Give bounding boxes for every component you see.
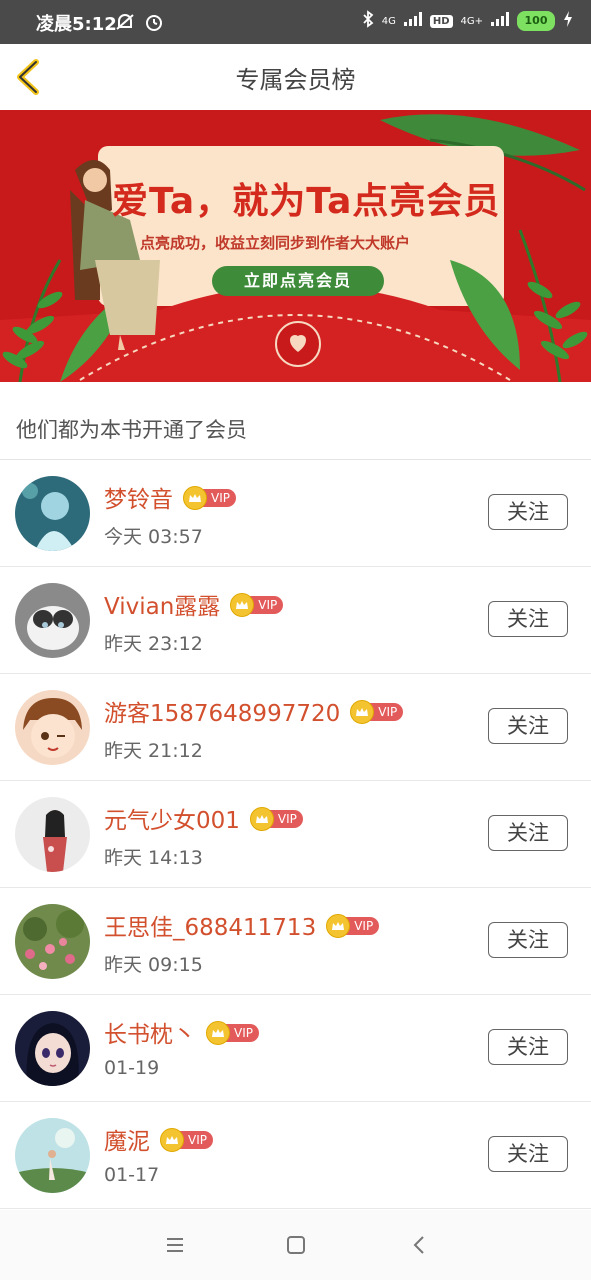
member-name-text: 梦铃音 xyxy=(104,487,173,513)
dnd-off-icon xyxy=(114,12,136,36)
list-item: Vivian露露 VIP 昨天 23:12 关注 xyxy=(0,567,591,674)
crown-icon xyxy=(160,1128,184,1152)
member-name[interactable]: 长书枕丶 VIP xyxy=(104,1015,259,1049)
back-icon[interactable] xyxy=(408,1233,432,1257)
member-name-text: 王思佳_688411713 xyxy=(104,915,317,941)
avatar[interactable] xyxy=(15,1011,90,1086)
crown-icon xyxy=(249,807,274,831)
member-time: 今天 03:57 xyxy=(104,526,203,548)
member-name-text: 元气少女001 xyxy=(104,808,240,834)
member-name[interactable]: 元气少女001 VIP xyxy=(104,801,303,835)
avatar[interactable] xyxy=(15,1118,90,1193)
list-item: 梦铃音 VIP 今天 03:57 关注 xyxy=(0,460,591,567)
vip-badge: VIP xyxy=(350,700,404,724)
list-item: 魔泥 VIP 01-17 关注 xyxy=(0,1102,591,1209)
member-time: 昨天 21:12 xyxy=(104,740,203,762)
avatar[interactable] xyxy=(15,476,90,551)
member-name[interactable]: Vivian露露 VIP xyxy=(104,587,284,621)
status-bar: 凌晨5:12 4G HD 4G+ 100 xyxy=(0,0,591,44)
follow-button[interactable]: 关注 xyxy=(488,601,568,637)
menu-icon[interactable] xyxy=(163,1233,187,1257)
member-name[interactable]: 魔泥 VIP xyxy=(104,1122,213,1156)
home-square-icon[interactable] xyxy=(284,1233,308,1257)
avatar[interactable] xyxy=(15,797,90,872)
vip-badge: VIP xyxy=(230,593,284,617)
member-time: 昨天 23:12 xyxy=(104,633,203,655)
follow-button[interactable]: 关注 xyxy=(488,494,568,530)
battery-indicator: 100 xyxy=(517,11,555,31)
bluetooth-icon xyxy=(362,10,374,32)
follow-button[interactable]: 关注 xyxy=(488,922,568,958)
follow-button[interactable]: 关注 xyxy=(488,708,568,744)
member-time: 01-17 xyxy=(104,1164,160,1186)
light-up-member-button[interactable]: 立即点亮会员 xyxy=(212,266,384,296)
member-time: 昨天 09:15 xyxy=(104,954,203,976)
avatar[interactable] xyxy=(15,690,90,765)
member-name-text: 长书枕丶 xyxy=(104,1022,196,1048)
signal-4gplus-label: 4G+ xyxy=(460,15,484,27)
app-bar: 专属会员榜 xyxy=(0,44,591,110)
member-list: 梦铃音 VIP 今天 03:57 关注 Vivian露露 VIP 昨天 23:12 … xyxy=(0,460,591,1209)
list-item: 元气少女001 VIP 昨天 14:13 关注 xyxy=(0,781,591,888)
crown-icon xyxy=(183,486,207,510)
vip-badge: VIP xyxy=(160,1128,213,1152)
signal-bars-icon xyxy=(403,12,422,30)
banner-title: 爱Ta，就为Ta点亮会员 xyxy=(112,181,501,222)
signal-4g-label: 4G xyxy=(381,15,396,27)
charging-icon xyxy=(563,11,573,31)
status-time: 凌晨5:12 xyxy=(36,14,117,35)
list-item: 王思佳_688411713 VIP 昨天 09:15 关注 xyxy=(0,888,591,995)
alarm-icon xyxy=(144,12,164,36)
member-name-text: 魔泥 xyxy=(104,1129,150,1155)
follow-button[interactable]: 关注 xyxy=(488,1029,568,1065)
member-name-text: 游客1587648997720 xyxy=(104,701,341,727)
list-item: 游客1587648997720 VIP 昨天 21:12 关注 xyxy=(0,674,591,781)
crown-icon xyxy=(206,1021,230,1045)
section-title: 他们都为本书开通了会员 xyxy=(16,418,247,442)
system-nav-bar xyxy=(0,1210,591,1280)
signal-bars-icon xyxy=(491,12,509,30)
member-time: 01-19 xyxy=(104,1057,160,1079)
follow-button[interactable]: 关注 xyxy=(488,815,568,851)
vip-badge: VIP xyxy=(326,914,380,938)
member-name-text: Vivian露露 xyxy=(104,594,221,620)
vip-badge: VIP xyxy=(183,486,236,510)
promo-banner[interactable]: 爱Ta，就为Ta点亮会员 点亮成功，收益立刻同步到作者大大账户 立即点亮会员 xyxy=(0,110,591,382)
member-name[interactable]: 王思佳_688411713 VIP xyxy=(104,908,380,942)
vip-badge: VIP xyxy=(249,807,303,831)
avatar[interactable] xyxy=(15,583,90,658)
follow-button[interactable]: 关注 xyxy=(488,1136,568,1172)
vip-badge: VIP xyxy=(206,1021,259,1045)
member-name[interactable]: 梦铃音 VIP xyxy=(104,480,236,514)
member-time: 昨天 14:13 xyxy=(104,847,203,869)
member-name[interactable]: 游客1587648997720 VIP xyxy=(104,694,404,728)
page-title: 专属会员榜 xyxy=(235,66,356,94)
banner-subtitle: 点亮成功，收益立刻同步到作者大大账户 xyxy=(140,234,411,252)
list-item: 长书枕丶 VIP 01-19 关注 xyxy=(0,995,591,1102)
hd-badge: HD xyxy=(429,14,453,28)
avatar[interactable] xyxy=(15,904,90,979)
